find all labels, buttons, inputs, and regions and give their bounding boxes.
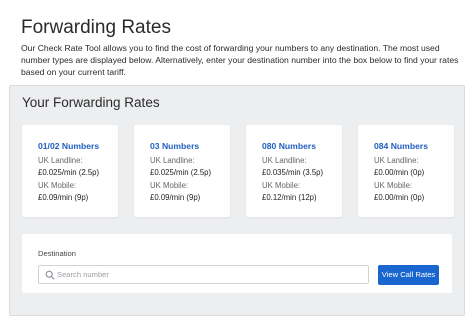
mobile-rate: £0.12/min (12p) (262, 193, 317, 202)
intro-text: Our Check Rate Tool allows you to find t… (21, 43, 459, 77)
mobile-label: UK Mobile: (150, 181, 189, 190)
mobile-rate: £0.00/min (0p) (374, 193, 425, 202)
rate-card-title[interactable]: 03 Numbers (150, 141, 230, 152)
rate-card-title[interactable]: 084 Numbers (374, 141, 454, 152)
destination-label: Destination (38, 249, 76, 258)
mobile-rate: £0.09/min (9p) (38, 193, 89, 202)
landline-rate: £0.035/min (3.5p) (262, 168, 324, 177)
view-call-rates-button[interactable]: View Call Rates (378, 265, 439, 285)
landline-rate: £0.025/min (2.5p) (150, 168, 212, 177)
forwarding-rates-page: Forwarding Rates Our Check Rate Tool all… (0, 0, 474, 323)
rate-card-080: 080 Numbers UK Landline: £0.035/min (3.5… (246, 125, 342, 217)
landline-label: UK Landline: (262, 156, 307, 165)
rate-card-title[interactable]: 01/02 Numbers (38, 141, 118, 152)
search-field[interactable] (38, 265, 369, 284)
landline-label: UK Landline: (374, 156, 419, 165)
landline-rate: £0.025/min (2.5p) (38, 168, 100, 177)
landline-label: UK Landline: (150, 156, 195, 165)
page-title: Forwarding Rates (21, 17, 171, 38)
rates-panel: Your Forwarding Rates 01/02 Numbers UK L… (9, 85, 465, 316)
rate-card-03: 03 Numbers UK Landline: £0.025/min (2.5p… (134, 125, 230, 217)
landline-label: UK Landline: (38, 156, 83, 165)
mobile-label: UK Mobile: (38, 181, 77, 190)
destination-box: Destination View Call Rates (22, 234, 452, 293)
mobile-label: UK Mobile: (262, 181, 301, 190)
rate-card-title[interactable]: 080 Numbers (262, 141, 342, 152)
mobile-rate: £0.09/min (9p) (150, 193, 201, 202)
rate-card-01-02: 01/02 Numbers UK Landline: £0.025/min (2… (22, 125, 118, 217)
landline-rate: £0.00/min (0p) (374, 168, 425, 177)
search-input[interactable] (57, 266, 362, 283)
rates-panel-title: Your Forwarding Rates (22, 95, 160, 110)
rate-card-084: 084 Numbers UK Landline: £0.00/min (0p) … (358, 125, 454, 217)
search-icon (45, 270, 55, 280)
mobile-label: UK Mobile: (374, 181, 413, 190)
